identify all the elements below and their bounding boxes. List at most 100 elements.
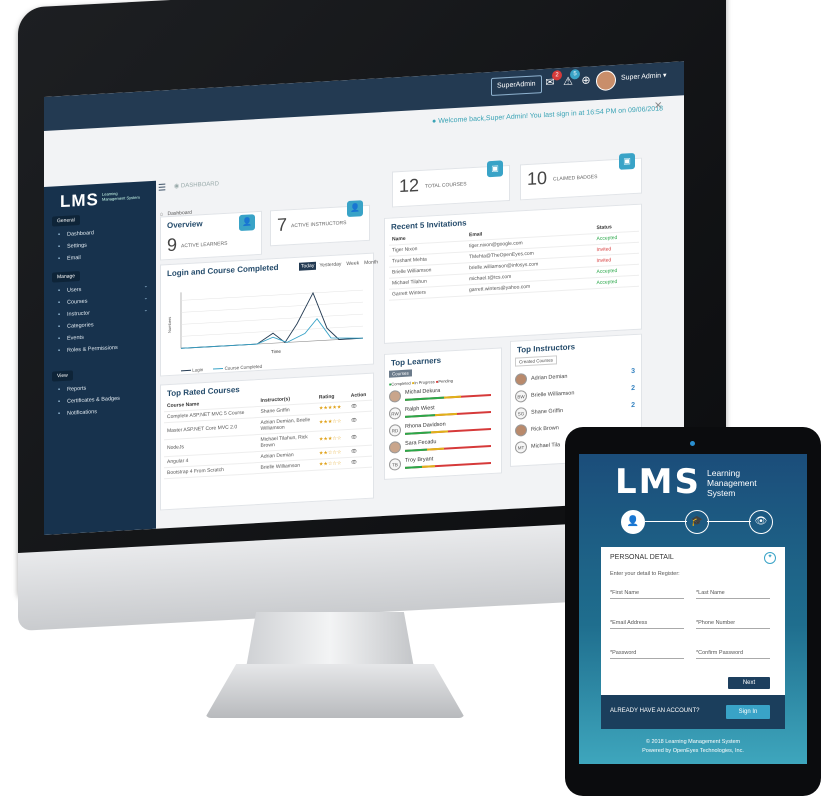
phone-field[interactable]: *Phone Number [696, 617, 770, 629]
list-item[interactable]: TB Troy Bryant [389, 453, 491, 473]
completed-segment [405, 448, 427, 452]
filter-month[interactable]: Month [362, 258, 380, 267]
list-item[interactable]: RD Rhona Davidson [389, 419, 491, 439]
completed-segment [405, 431, 431, 435]
step-personal-icon[interactable]: 👤 [621, 510, 645, 534]
role-switch-button[interactable]: SuperAdmin [491, 75, 542, 97]
tablet-screen: LMS Learning Management System 👤 🎓 👁 PER… [579, 454, 807, 764]
course-count: 2 [631, 401, 635, 410]
filter-yesterday[interactable]: Yesterday [317, 260, 343, 269]
confirm-password-field[interactable]: *Confirm Password [696, 647, 770, 659]
sidebar-item-label: Categories [67, 322, 94, 330]
courses-icon: ▣ [487, 160, 503, 178]
login-chart-title: Login and Course Completed [167, 262, 279, 279]
last-name-field[interactable]: *Last Name [696, 587, 770, 599]
sidebar-item-label: Email [67, 254, 81, 262]
in-progress-segment [443, 395, 461, 399]
step-education-icon[interactable]: 🎓 [685, 510, 709, 534]
active-instructors-card: 👤 7 ACTIVE INSTRUCTORS [270, 200, 370, 247]
sidebar-item-label: Reports [67, 385, 87, 393]
certificate-icon: • [58, 399, 61, 406]
book-icon: • [58, 300, 61, 307]
total-courses-label: TOTAL COURSES [425, 181, 467, 190]
legend-label: Pending [438, 378, 453, 384]
course-count: 3 [631, 367, 635, 376]
overview-title: Overview [167, 219, 203, 231]
chevron-down-icon: ⌄ [143, 283, 148, 290]
sign-in-button[interactable]: Sign In [726, 705, 770, 719]
message-icon[interactable]: ✉ 2 [542, 70, 562, 91]
legend-login-swatch [181, 370, 191, 372]
imac-stand-foot [205, 664, 465, 718]
active-instructors-value: 7 [277, 214, 288, 235]
instructor-name: Brielle Williamson [531, 390, 575, 399]
avatar [515, 423, 527, 437]
top-learners-card: Top Learners Courses ■Completed ■In Prog… [384, 347, 502, 480]
chart-xlabel: Time [271, 349, 281, 355]
learner-name: Rhona Davidson [405, 421, 446, 430]
menu-toggle-icon[interactable]: ☰ [158, 182, 170, 195]
dashboard-icon: ◉ [174, 183, 180, 190]
chart-ylabel: Numbers [167, 317, 172, 334]
avatar: BW [515, 389, 527, 403]
avatar [389, 390, 401, 403]
tablet-logo: LMS [615, 462, 701, 502]
step-review-icon[interactable]: 👁 [749, 510, 773, 534]
instructor-name: Shane Griffin [531, 407, 564, 416]
first-name-field[interactable]: *First Name [610, 587, 684, 599]
nav-header-view: View [52, 370, 73, 382]
close-icon[interactable]: ✕ [654, 100, 662, 111]
total-courses-value: 12 [399, 175, 420, 197]
filter-week[interactable]: Week [344, 259, 361, 268]
chart-gridline [181, 301, 363, 313]
step-connector [707, 521, 751, 522]
learner-name: Michal Dekura [405, 387, 441, 396]
claimed-badges-label: CLAIMED BADGES [553, 174, 598, 183]
user-menu[interactable]: Super Admin ▾ [621, 71, 667, 82]
users-icon: • [58, 288, 61, 295]
list-item[interactable]: Michal Dekura [389, 385, 491, 405]
top-learners-title: Top Learners [391, 355, 442, 368]
legend-label: Completed [391, 380, 411, 387]
tablet-powered-by: Powered by OpenEyes Technologies, Inc. [642, 748, 744, 754]
list-item[interactable]: Sara Fecadu [389, 436, 491, 456]
sidebar: LMS Learning Management System General •… [44, 180, 156, 535]
sidebar-item-label: Notifications [67, 409, 97, 417]
sidebar-item-label: Courses [67, 298, 88, 306]
tab-courses[interactable]: Courses [389, 369, 412, 378]
instructor-icon: 👤 [347, 200, 363, 218]
bell-icon: • [58, 411, 61, 418]
course-count: 2 [631, 384, 635, 393]
password-field[interactable]: *Password [610, 647, 684, 659]
chart-filter-tabs: Today Yesterday Week Month [299, 258, 381, 271]
view-eye-icon[interactable]: 👁 [347, 411, 372, 430]
user-avatar[interactable] [596, 70, 616, 92]
nav-header-general: General [52, 214, 80, 227]
view-eye-icon[interactable]: 👁 [347, 456, 372, 469]
chart-gridline [181, 325, 363, 337]
sidebar-item-label: Settings [67, 242, 87, 250]
email-field[interactable]: *Email Address [610, 617, 684, 629]
top-rated-card: Top Rated Courses Course Name Instructor(… [160, 372, 374, 511]
status-badge: Accepted [593, 275, 639, 289]
tab-created-courses[interactable]: Created Courses [515, 355, 558, 367]
next-button[interactable]: Next [728, 677, 770, 689]
already-account-label: ALREADY HAVE AN ACCOUNT? [610, 708, 700, 714]
check-icon: ● [432, 118, 437, 126]
sidebar-logo-subtitle: Learning Management System [102, 190, 140, 202]
login-chart: Numbers Time [167, 289, 364, 355]
list-item[interactable]: RW Ralph Wiest [389, 402, 491, 422]
account-bar: ALREADY HAVE AN ACCOUNT? Sign In [601, 695, 785, 729]
filter-today[interactable]: Today [299, 261, 317, 271]
legend-course-swatch [213, 368, 224, 370]
view-eye-icon[interactable]: 👁 [347, 428, 372, 447]
avatar [515, 372, 527, 386]
gear-icon: • [58, 244, 61, 251]
avatar: TB [389, 458, 401, 471]
sidebar-logo[interactable]: LMS [60, 190, 99, 212]
invitations-card: Recent 5 Invitations Name Email Status Tig… [384, 203, 642, 344]
alert-icon[interactable]: ⚠ 5 [560, 69, 580, 90]
registration-form: PERSONAL DETAIL ✦ Enter your detail to R… [601, 547, 785, 729]
add-icon[interactable]: ⊕ [578, 72, 594, 89]
tag-icon: • [58, 324, 61, 331]
